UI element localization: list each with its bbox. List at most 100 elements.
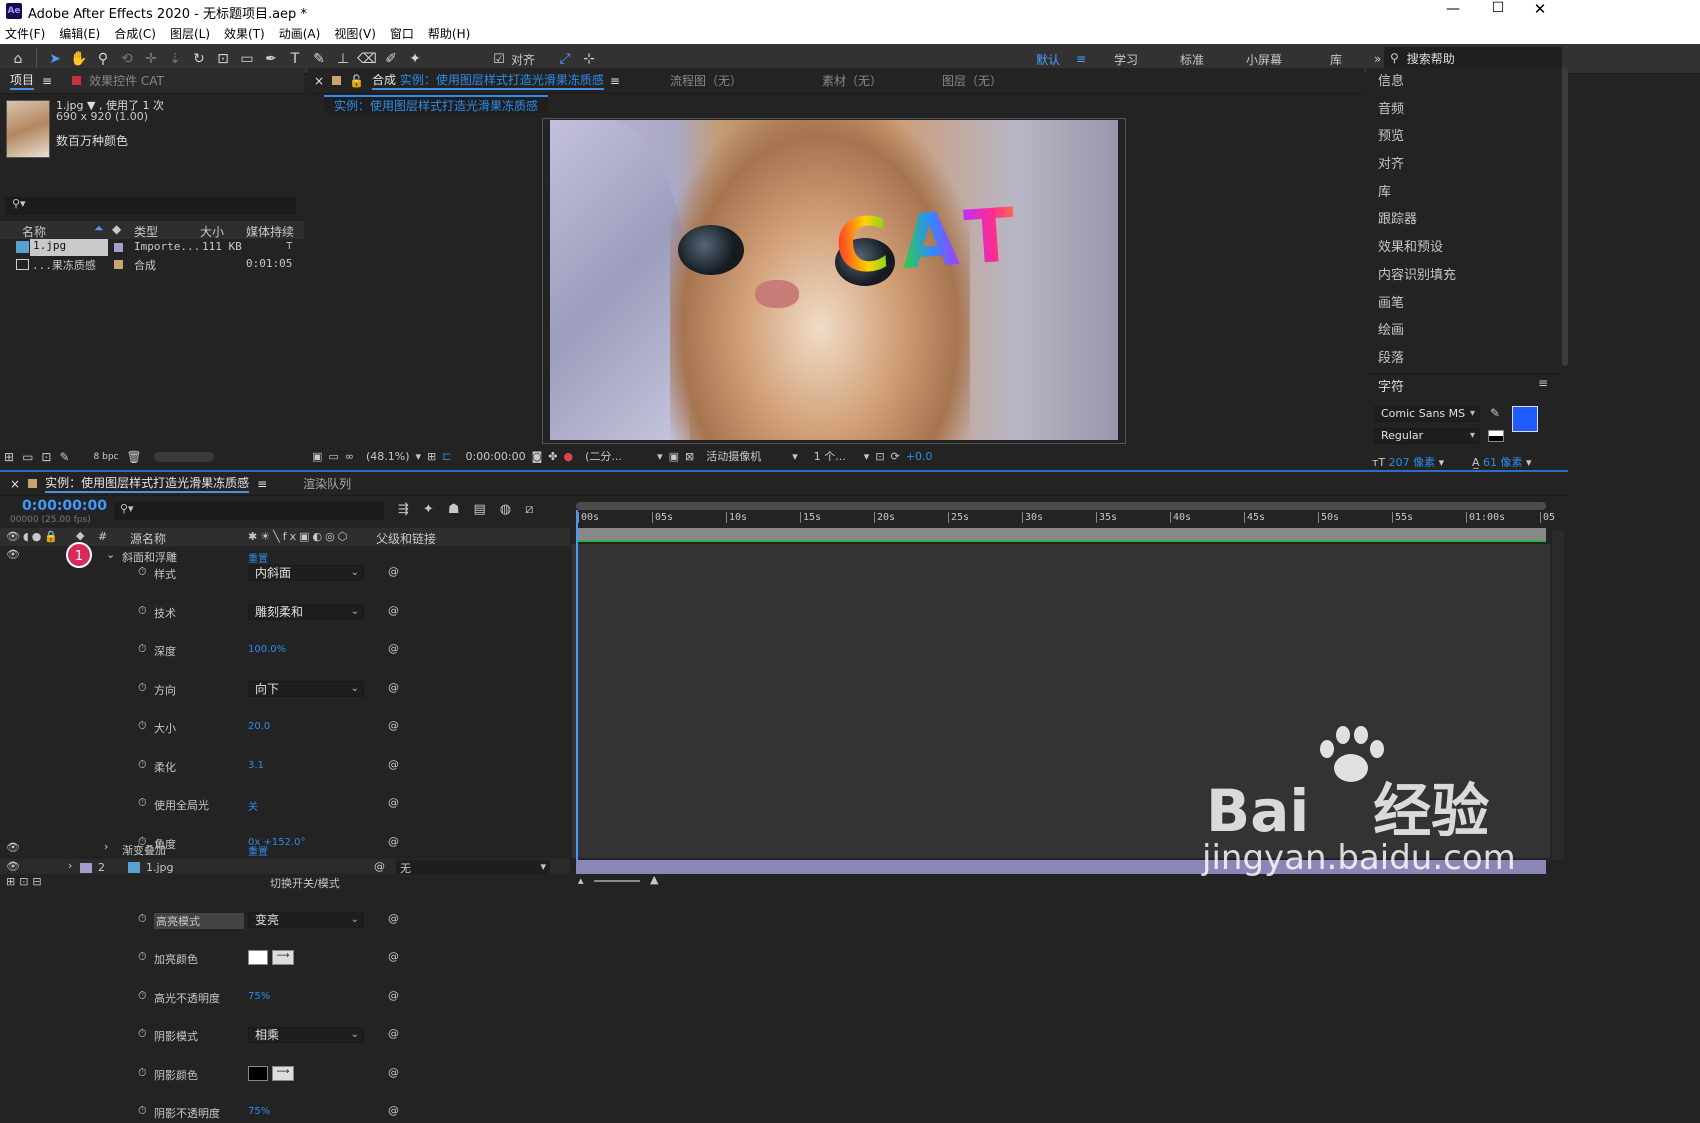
stopwatch-icon[interactable]: ⏱ [138,1027,147,1041]
zoom-slider[interactable] [594,880,640,882]
search-help-field[interactable]: ⚲ 搜索帮助 [1384,47,1562,69]
motion-blur-icon[interactable]: ◍ [500,502,511,517]
menu-item[interactable]: 动画(A) [279,25,321,42]
property-row[interactable]: ⏱ 高光不透明度 75% @ [0,988,570,1008]
black-white-swatch[interactable] [1488,430,1504,442]
stopwatch-icon[interactable]: ⏱ [138,1066,147,1080]
property-dropdown[interactable]: 变亮 ⌄ [248,911,364,928]
col-duration[interactable]: 媒体持续 [246,223,294,240]
exposure-value[interactable]: +0.0 [906,450,933,463]
resolution-dropdown[interactable]: (二分... [585,448,651,464]
project-scroll[interactable] [153,452,214,462]
property-value[interactable]: 75% [248,1106,270,1117]
property-row[interactable]: ⏱ 大小 20.0 @ [0,718,570,738]
graph-editor-icon[interactable]: ⧄ [525,502,533,517]
bpc-label[interactable]: 8 bpc [94,452,119,462]
close-button[interactable]: ✕ [1520,0,1560,18]
camera-icon[interactable]: ◙ [532,450,543,463]
draft-3d-icon[interactable]: ✦ [423,502,434,517]
expression-pickwhip-icon[interactable]: @ [388,796,399,809]
visibility-icon[interactable]: 👁 [6,841,20,854]
tab-composition[interactable]: × 🔓 合成 实例：使用图层样式打造光滑果冻质感 ≡ [308,68,630,94]
menu-item[interactable]: 图层(L) [170,25,210,42]
property-value[interactable]: 3.1 [248,760,264,771]
right-panel-item[interactable]: 绘画 [1366,317,1562,345]
right-panel-item[interactable]: 内容识别填充 [1366,262,1562,290]
font-size-field[interactable]: ᴛT 207 像素 ▾ [1372,454,1444,470]
stopwatch-icon[interactable]: ⏱ [138,565,147,579]
stopwatch-icon[interactable]: ⏱ [138,758,147,772]
fast-preview-icon[interactable]: ⊠ [685,450,694,463]
zoom-in-icon[interactable]: ▲ [650,873,658,886]
tab-render-queue[interactable]: 渲染队列 [293,471,361,497]
monitor-icon[interactable]: ▭ [328,450,338,463]
col-type[interactable]: 类型 [134,223,158,240]
property-value[interactable]: 100.0% [248,644,286,655]
label-col-icon[interactable]: ◆ [76,529,84,542]
expand-chevron-icon[interactable]: ⌄ [106,548,115,561]
stopwatch-icon[interactable]: ⏱ [138,719,147,733]
expression-pickwhip-icon[interactable]: @ [388,565,399,578]
layer-duration-bar[interactable] [576,528,1546,542]
comp-mini-flow-icon[interactable]: ⇶ [398,502,409,517]
right-panel-item[interactable]: 段落 [1366,345,1562,373]
workspace-learn[interactable]: 学习 [1114,51,1180,68]
viewer-time[interactable]: 0:00:00:00 [465,450,525,463]
region-icon[interactable]: ⊏ [442,450,451,463]
property-row[interactable]: ⏱ 加亮颜色 ⟶ @ [0,949,570,969]
stopwatch-icon[interactable]: ⏱ [138,604,147,618]
property-row[interactable]: ⏱ 深度 100.0% @ [0,641,570,661]
character-menu-icon[interactable]: ≡ [1538,376,1548,390]
tab-project[interactable]: 项目 ≡ [0,68,62,94]
shy-icon[interactable]: ☗ [448,502,460,517]
property-dropdown[interactable]: 相乘 ⌄ [248,1027,364,1043]
maximize-button[interactable]: ☐ [1478,0,1518,16]
playhead[interactable] [576,510,578,860]
stopwatch-icon[interactable]: ⏱ [138,796,147,810]
expression-pickwhip-icon[interactable]: @ [388,1104,399,1117]
reset-link[interactable]: 重置 [248,550,268,565]
effect-group-row[interactable]: 👁 1 ⌄ 斜面和浮雕 重置 [0,542,570,568]
property-row[interactable]: ⏱ 高亮模式 变亮 ⌄ @ [0,911,570,931]
stopwatch-icon[interactable]: ⏱ [138,950,147,964]
close-tab-icon[interactable]: × [10,477,20,491]
menu-item[interactable]: 合成(C) [114,25,156,42]
tab-footage[interactable]: 素材（无） [812,68,892,94]
grid-icon[interactable]: ⊞ [427,450,436,463]
workspace-small[interactable]: 小屏幕 [1246,51,1330,68]
expression-pickwhip-icon[interactable]: @ [388,758,399,771]
expression-pickwhip-icon[interactable]: @ [388,604,399,617]
snapshot-icon[interactable]: ▣ [312,450,322,463]
timecode[interactable]: 0:00:00:00 [22,498,107,514]
eyedropper-icon[interactable]: ⟶ [272,950,294,965]
visibility-icon[interactable]: 👁 [6,548,20,561]
property-row[interactable]: ⏱ 阴影模式 相乘 ⌄ @ [0,1026,570,1046]
right-panel-item[interactable]: 库 [1366,179,1562,207]
new-comp-icon[interactable]: ⊡ [41,450,51,464]
expression-pickwhip-icon[interactable]: @ [388,1027,399,1040]
menu-item[interactable]: 视图(V) [334,25,376,42]
right-panel-item[interactable]: 效果和预设 [1366,234,1562,262]
close-tab-icon[interactable]: × [314,74,324,88]
transparency-icon[interactable]: ▣ [669,450,679,463]
text-bbox[interactable] [836,206,1056,286]
property-dropdown[interactable]: 内斜面 ⌄ [248,565,364,581]
menu-item[interactable]: 帮助(H) [428,25,470,42]
eyedropper-icon[interactable]: ⟶ [272,1065,294,1081]
project-row-1[interactable]: 1.jpg Importe... 111 KB ⊤ [0,239,304,256]
property-row[interactable]: ⏱ 柔化 3.1 @ [0,757,570,777]
col-parent[interactable]: 父级和链接 [376,530,436,547]
zoom-out-icon[interactable]: ▴ [578,874,584,887]
stopwatch-icon[interactable]: ⏱ [138,912,147,926]
property-value[interactable]: 20.0 [248,721,270,732]
fill-color-swatch[interactable] [1512,406,1538,432]
trash-icon[interactable]: 🗑 [127,450,142,464]
time-ruler[interactable]: 00s 05s 10s 15s 20s 25s 30s 35s 40s 45s 50s 55s 01:0… [572,502,1555,528]
project-row-2[interactable]: ...果冻质感 合成 0:01:05 [0,256,304,273]
right-panel-item[interactable]: 画笔 [1366,290,1562,318]
visibility-icon[interactable]: 👁 [6,860,20,873]
toggle-switches-modes[interactable]: 切换开关/模式 [270,875,340,891]
property-row[interactable]: ⏱ 技术 雕刻柔和 ⌄ @ [0,603,570,623]
workspace-menu-icon[interactable]: ≡ [1076,52,1114,66]
col-name[interactable]: 名称 [22,223,46,240]
